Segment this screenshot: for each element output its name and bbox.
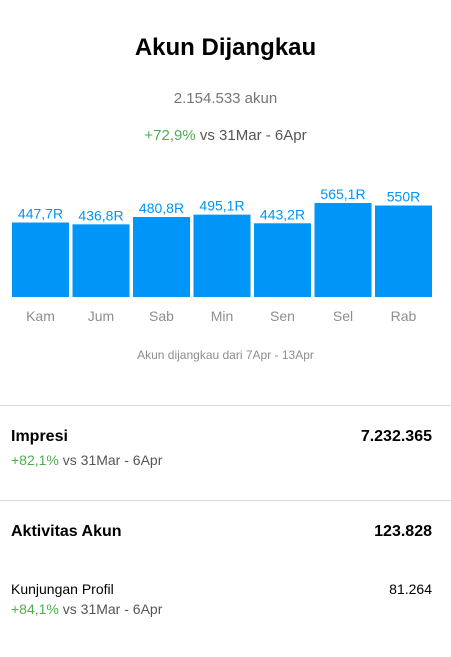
kunjungan-profil-label: Kunjungan Profil [11, 581, 114, 597]
chart-caption: Akun dijangkau dari 7Apr - 13Apr [137, 348, 314, 362]
divider [0, 405, 451, 406]
impresi-delta: +82,1% vs 31Mar - 6Apr [11, 452, 162, 468]
day-tick-label: Jum [88, 308, 114, 324]
bar-sel[interactable] [314, 203, 372, 297]
kunjungan-profil-value: 81.264 [389, 581, 432, 597]
divider [0, 500, 451, 501]
day-tick-label: Sen [270, 308, 295, 324]
bar-sen[interactable] [254, 223, 311, 297]
aktivitas-value: 123.828 [374, 523, 432, 540]
reach-bar-chart: 447,7R Kam 436,8R Jum 480,8R Sab 495,1R Min 443,… [12, 186, 432, 324]
day-tick-label: Sel [333, 308, 353, 324]
kunjungan-delta-compare: vs 31Mar - 6Apr [62, 601, 163, 617]
bar-jum[interactable] [72, 224, 130, 297]
bar-min[interactable] [193, 214, 251, 297]
kunjungan-delta-percent: +84,1% [11, 601, 59, 617]
impresi-label: Impresi [11, 428, 68, 445]
bar-kam[interactable] [12, 222, 69, 297]
bar-rab[interactable] [375, 205, 432, 297]
bar-value-label: 443,2R [260, 206, 305, 222]
impresi-value: 7.232.365 [360, 428, 432, 445]
impresi-delta-compare: vs 31Mar - 6Apr [62, 452, 163, 468]
day-tick-label: Rab [391, 308, 417, 324]
bar-value-label: 565,1R [320, 186, 365, 202]
bar-value-label: 550R [387, 189, 420, 205]
bar-value-label: 495,1R [199, 198, 244, 214]
impresi-delta-percent: +82,1% [11, 452, 59, 468]
day-tick-label: Sab [149, 308, 174, 324]
kunjungan-profil-delta: +84,1% vs 31Mar - 6Apr [11, 601, 162, 617]
bar-sab[interactable] [133, 217, 190, 297]
bar-value-label: 447,7R [18, 206, 63, 222]
bar-value-label: 480,8R [139, 200, 184, 216]
day-tick-label: Kam [26, 308, 55, 324]
day-tick-label: Min [211, 308, 234, 324]
bar-value-label: 436,8R [78, 207, 123, 223]
aktivitas-label: Aktivitas Akun [11, 523, 122, 540]
